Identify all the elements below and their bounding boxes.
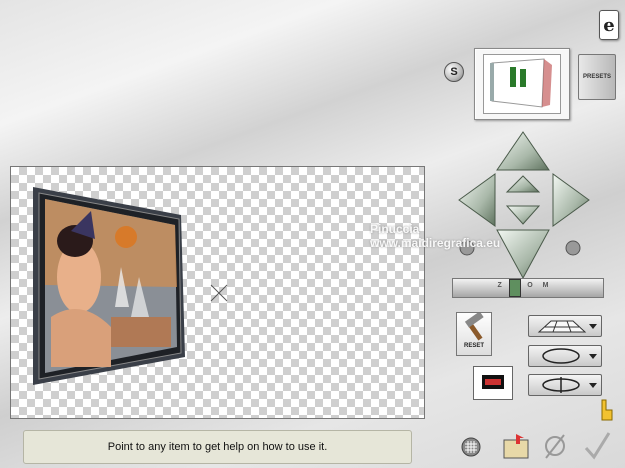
- reset-label: RESET: [463, 343, 484, 349]
- rotate-right-knob[interactable]: [565, 240, 581, 256]
- grid-dropdown[interactable]: [528, 315, 602, 337]
- grid-view-icon[interactable]: [461, 437, 481, 457]
- texture-preview: [482, 375, 504, 389]
- presets-button[interactable]: PRESETS: [578, 54, 616, 100]
- rotate-icon: [542, 348, 597, 364]
- navigation-pad: [458, 131, 590, 280]
- grid-icon: [537, 320, 597, 333]
- open-file-icon[interactable]: [502, 432, 530, 460]
- preset-preview-image: [483, 54, 561, 114]
- flip-dropdown[interactable]: [528, 374, 602, 396]
- help-hand-icon[interactable]: [596, 398, 616, 424]
- app-logo-button[interactable]: e: [599, 10, 619, 40]
- move-down-arrow[interactable]: [496, 229, 550, 280]
- preview-canvas[interactable]: [10, 166, 425, 419]
- zoom-label: ZOOM: [497, 282, 559, 289]
- flip-icon: [542, 377, 597, 393]
- moon: [115, 226, 137, 248]
- logo-glyph: e: [603, 14, 615, 36]
- move-right-arrow[interactable]: [552, 173, 590, 227]
- s-button-label: S: [450, 66, 458, 78]
- watermark: Pinuccia www.maidiregrafica.eu: [370, 222, 500, 250]
- presets-label: PRESETS: [582, 74, 611, 80]
- preset-preview-graphic: [490, 58, 552, 108]
- hammer-icon: [464, 311, 484, 341]
- small-up-arrow[interactable]: [505, 175, 541, 193]
- canvas-graphic: [33, 187, 228, 385]
- move-up-arrow[interactable]: [496, 131, 550, 171]
- watermark-line2: www.maidiregrafica.eu: [370, 236, 501, 250]
- rotation-dropdown[interactable]: [528, 345, 602, 367]
- reset-button[interactable]: RESET: [456, 311, 492, 356]
- ok-check-icon[interactable]: [582, 430, 612, 460]
- cancel-icon[interactable]: [542, 432, 568, 460]
- help-status-bar: Point to any item to get help on how to …: [23, 430, 412, 464]
- zoom-slider-handle[interactable]: [509, 279, 521, 297]
- small-down-arrow[interactable]: [505, 205, 541, 225]
- preset-preview[interactable]: [474, 48, 570, 120]
- s-button[interactable]: S: [444, 62, 464, 82]
- texture-thumbnail[interactable]: [473, 366, 513, 400]
- help-text: Point to any item to get help on how to …: [107, 441, 328, 453]
- watermark-line1: Pinuccia: [370, 222, 420, 236]
- move-left-arrow[interactable]: [458, 173, 496, 227]
- zoom-slider[interactable]: ZOOM: [452, 278, 604, 298]
